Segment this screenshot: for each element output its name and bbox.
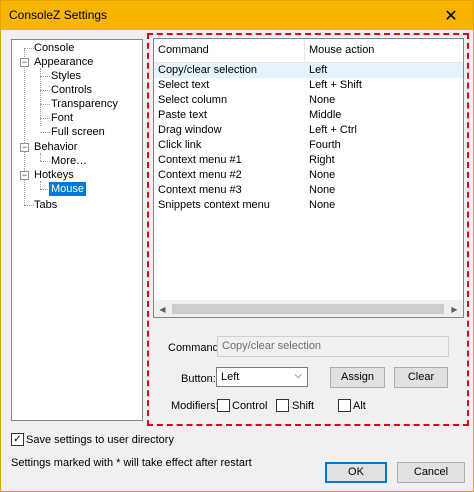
shift-checkbox-label[interactable]: Shift bbox=[292, 400, 314, 412]
scroll-right-icon[interactable]: ▶ bbox=[446, 301, 463, 318]
button-select[interactable]: Left ⌵ bbox=[216, 367, 308, 387]
collapse-behavior-icon[interactable]: − bbox=[20, 143, 29, 152]
save-settings-label[interactable]: Save settings to user directory bbox=[26, 434, 174, 446]
cell-mouse-action: Left bbox=[309, 64, 328, 76]
assign-button[interactable]: Assign bbox=[330, 367, 385, 388]
cell-command: Select text bbox=[158, 79, 210, 91]
alt-checkbox[interactable] bbox=[338, 399, 351, 412]
horizontal-scrollbar[interactable]: ◀ ▶ bbox=[154, 300, 463, 317]
scroll-left-icon[interactable]: ◀ bbox=[154, 301, 171, 318]
title-bar[interactable]: ConsoleZ Settings ✕ bbox=[1, 1, 473, 30]
command-field: Copy/clear selection bbox=[217, 336, 449, 357]
tree-item-console[interactable]: Console bbox=[32, 41, 76, 55]
cell-command: Select column bbox=[158, 94, 228, 106]
mouse-command-list[interactable]: Command Mouse action Copy/clear selectio… bbox=[153, 38, 464, 318]
list-row[interactable]: Copy/clear selection Left bbox=[154, 63, 463, 78]
collapse-appearance-icon[interactable]: − bbox=[20, 58, 29, 67]
tree-item-more[interactable]: More… bbox=[49, 154, 89, 168]
cell-mouse-action: None bbox=[309, 169, 336, 181]
save-settings-checkbox[interactable]: ✓ bbox=[11, 433, 24, 446]
settings-tree[interactable]: − − − Console Appearance Styles Controls… bbox=[11, 39, 143, 421]
shift-checkbox[interactable] bbox=[276, 399, 289, 412]
cell-mouse-action: Right bbox=[309, 154, 335, 166]
cell-mouse-action: None bbox=[309, 94, 336, 106]
tree-connector bbox=[24, 49, 25, 205]
button-select-value: Left bbox=[221, 371, 240, 383]
cell-command: Drag window bbox=[158, 124, 222, 136]
tree-item-tabs[interactable]: Tabs bbox=[32, 198, 59, 212]
control-checkbox[interactable] bbox=[217, 399, 230, 412]
alt-checkbox-label[interactable]: Alt bbox=[353, 400, 366, 412]
tree-item-hotkeys[interactable]: Hotkeys bbox=[32, 168, 76, 182]
list-header: Command Mouse action bbox=[154, 39, 463, 63]
modifiers-label: Modifiers: bbox=[171, 400, 219, 412]
list-row[interactable]: Context menu #3 None bbox=[154, 183, 463, 198]
control-checkbox-label[interactable]: Control bbox=[232, 400, 267, 412]
restart-note: Settings marked with * will take effect … bbox=[11, 457, 252, 469]
scrollbar-thumb[interactable] bbox=[172, 304, 444, 314]
button-label: Button: bbox=[181, 373, 216, 385]
tree-connector bbox=[40, 153, 41, 161]
tree-item-controls[interactable]: Controls bbox=[49, 83, 94, 97]
cell-command: Context menu #1 bbox=[158, 154, 242, 166]
tree-item-transparency[interactable]: Transparency bbox=[49, 97, 120, 111]
close-button[interactable]: ✕ bbox=[429, 1, 473, 30]
cell-command: Snippets context menu bbox=[158, 199, 270, 211]
list-row[interactable]: Context menu #1 Right bbox=[154, 153, 463, 168]
tree-item-styles[interactable]: Styles bbox=[49, 69, 83, 83]
list-row[interactable]: Select column None bbox=[154, 93, 463, 108]
window-title: ConsoleZ Settings bbox=[9, 8, 108, 22]
list-row[interactable]: Drag window Left + Ctrl bbox=[154, 123, 463, 138]
list-row[interactable]: Snippets context menu None bbox=[154, 198, 463, 213]
cell-command: Click link bbox=[158, 139, 202, 151]
tree-item-appearance[interactable]: Appearance bbox=[32, 55, 95, 69]
cell-mouse-action: Fourth bbox=[309, 139, 341, 151]
cell-mouse-action: None bbox=[309, 184, 336, 196]
column-header-command[interactable]: Command bbox=[158, 44, 209, 56]
cell-mouse-action: Left + Shift bbox=[309, 79, 362, 91]
clear-button[interactable]: Clear bbox=[394, 367, 448, 388]
column-header-mouse-action[interactable]: Mouse action bbox=[309, 44, 374, 56]
cell-command: Context menu #2 bbox=[158, 169, 242, 181]
list-row[interactable]: Select text Left + Shift bbox=[154, 78, 463, 93]
tree-item-mouse[interactable]: Mouse bbox=[49, 182, 87, 196]
list-row[interactable]: Context menu #2 None bbox=[154, 168, 463, 183]
cell-command: Context menu #3 bbox=[158, 184, 242, 196]
list-row[interactable]: Click link Fourth bbox=[154, 138, 463, 153]
tree-item-font[interactable]: Font bbox=[49, 111, 75, 125]
close-icon: ✕ bbox=[444, 7, 458, 25]
chevron-down-icon: ⌵ bbox=[294, 370, 302, 381]
tree-item-full-screen[interactable]: Full screen bbox=[49, 125, 107, 139]
column-separator[interactable] bbox=[304, 39, 305, 62]
cancel-button[interactable]: Cancel bbox=[397, 462, 465, 483]
tree-connector bbox=[40, 181, 41, 189]
tree-item-behavior[interactable]: Behavior bbox=[32, 140, 79, 154]
collapse-hotkeys-icon[interactable]: − bbox=[20, 171, 29, 180]
settings-window: ConsoleZ Settings ✕ − − − Console Appear… bbox=[0, 0, 474, 492]
cell-mouse-action: Middle bbox=[309, 109, 342, 121]
cell-mouse-action: Left + Ctrl bbox=[309, 124, 357, 136]
ok-button[interactable]: OK bbox=[325, 462, 387, 483]
cell-command: Paste text bbox=[158, 109, 207, 121]
cell-mouse-action: None bbox=[309, 199, 336, 211]
list-row[interactable]: Paste text Middle bbox=[154, 108, 463, 123]
cell-command: Copy/clear selection bbox=[158, 64, 258, 76]
checkmark-icon: ✓ bbox=[13, 434, 22, 445]
command-label: Command: bbox=[168, 342, 222, 354]
